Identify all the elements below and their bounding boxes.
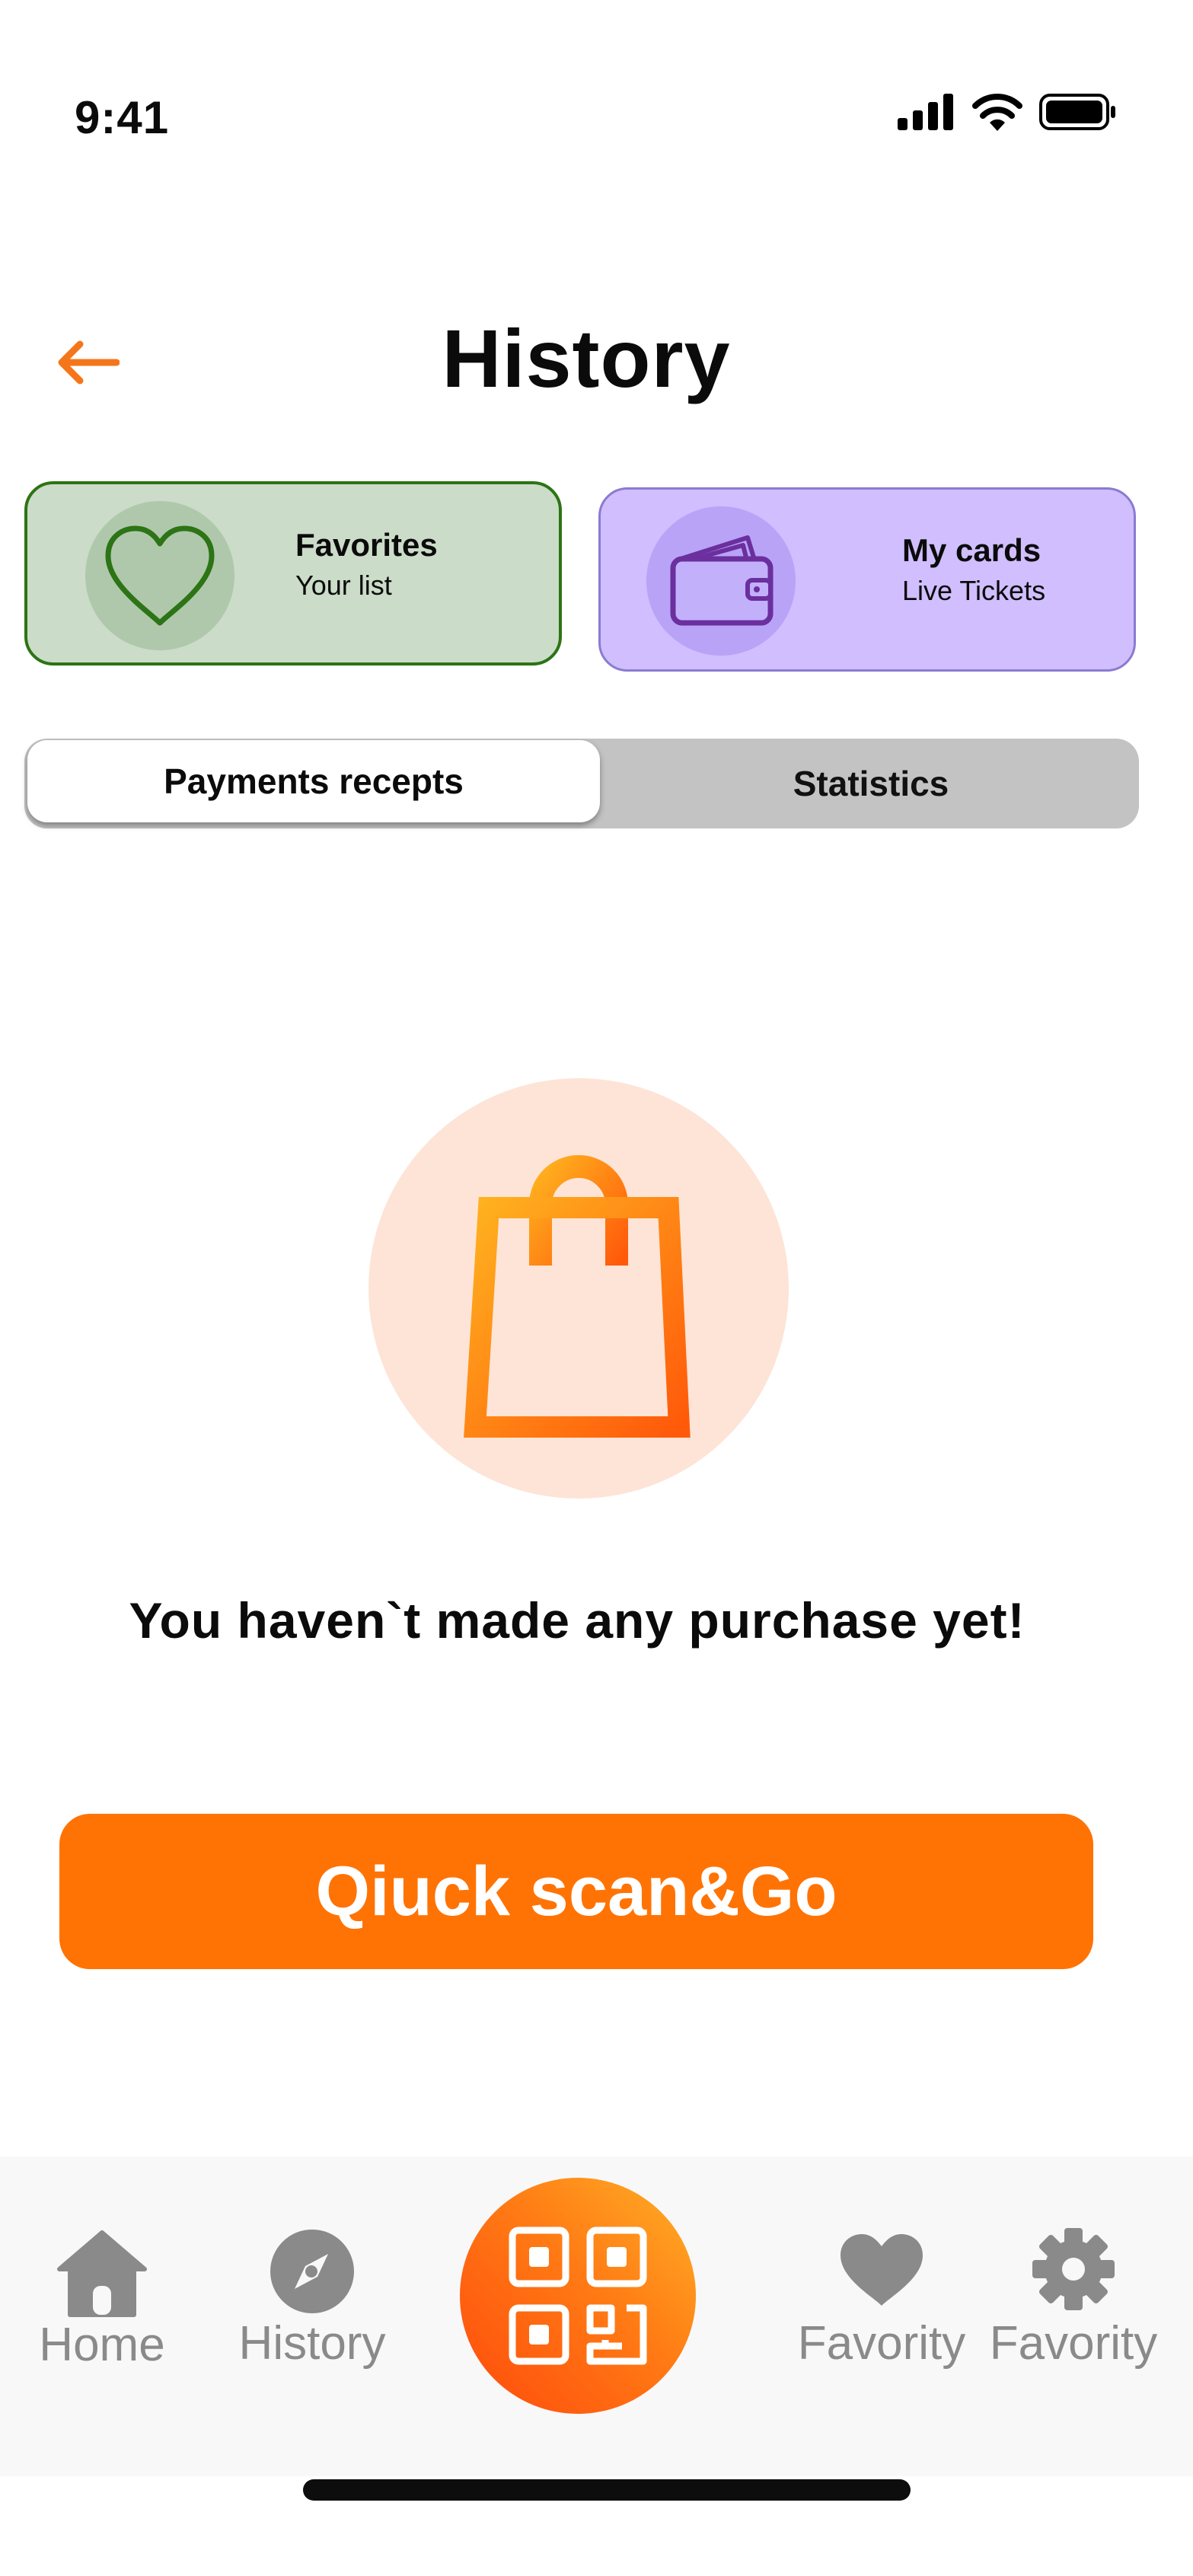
- heart-icon: [841, 2234, 923, 2306]
- favorites-title: Favorites: [295, 527, 438, 563]
- my-cards-card[interactable]: My cards Live Tickets: [598, 487, 1136, 672]
- nav-settings[interactable]: Favority: [982, 2226, 1165, 2370]
- status-time: 9:41: [75, 92, 170, 143]
- status-icons: [898, 93, 1117, 131]
- nav-history-label: History: [238, 2317, 386, 2370]
- gear-icon: [1032, 2228, 1115, 2310]
- my-cards-title: My cards: [902, 532, 1041, 568]
- history-screen: 9:41 History Favorites Your list My card…: [0, 0, 1193, 2576]
- home-indicator: [303, 2479, 911, 2501]
- tab-payments-receipts[interactable]: Payments recepts: [27, 740, 600, 822]
- nav-qr-scan-button[interactable]: [460, 2178, 696, 2414]
- wallet-icon: [670, 535, 774, 626]
- favorites-subtitle: Your list: [295, 570, 392, 601]
- shopping-bag-icon: [464, 1155, 691, 1438]
- history-tabs: Payments recepts Statistics: [24, 739, 1139, 828]
- favorites-card[interactable]: Favorites Your list: [24, 481, 562, 666]
- nav-home[interactable]: Home: [30, 2230, 174, 2372]
- nav-favorites-label: Favority: [797, 2317, 966, 2370]
- wifi-icon: [972, 94, 1022, 131]
- my-cards-subtitle: Live Tickets: [902, 575, 1046, 606]
- heart-icon: [105, 525, 215, 626]
- quick-scan-button[interactable]: Qiuck scan&Go: [59, 1814, 1093, 1969]
- tab-statistics[interactable]: Statistics: [603, 739, 1139, 828]
- nav-settings-label: Favority: [989, 2317, 1158, 2370]
- nav-favorites[interactable]: Favority: [790, 2233, 973, 2370]
- nav-history[interactable]: History: [228, 2226, 396, 2370]
- home-icon: [57, 2230, 147, 2317]
- empty-state-illustration: [368, 1078, 789, 1499]
- qr-code-icon: [509, 2226, 647, 2365]
- nav-home-label: Home: [39, 2319, 165, 2371]
- compass-icon: [270, 2230, 354, 2313]
- signal-icon: [898, 94, 953, 130]
- my-cards-icon-circle: [646, 506, 796, 656]
- empty-state-message: You haven`t made any purchase yet!: [129, 1592, 1026, 1649]
- battery-icon: [1039, 94, 1115, 130]
- favorites-icon-circle: [85, 501, 234, 650]
- page-title: History: [442, 312, 731, 404]
